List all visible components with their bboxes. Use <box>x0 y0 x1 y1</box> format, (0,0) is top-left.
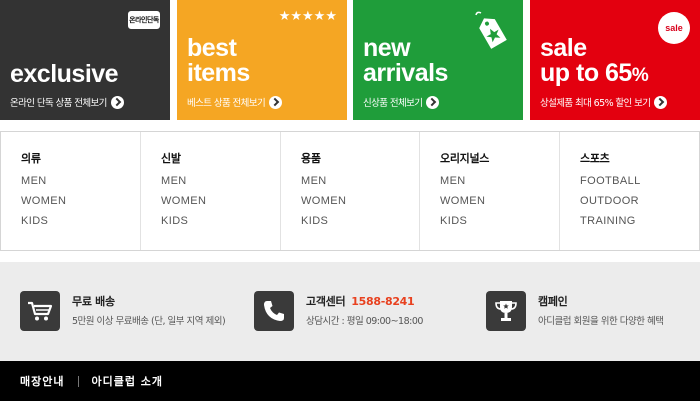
promo-banners: 온라인단독 exclusive 온라인 단독 상품 전체보기 ★★★★★ bes… <box>0 0 700 120</box>
category-title: 오리지널스 <box>440 152 490 165</box>
category-link[interactable]: KIDS <box>440 215 467 227</box>
category-title: 용품 <box>301 152 321 165</box>
category-column-gear: 용품 MEN WOMEN KIDS <box>281 132 420 250</box>
banner-subtitle[interactable]: 신상품 전체보기 <box>363 95 440 109</box>
category-title: 스포츠 <box>580 152 610 165</box>
banner-title-line2: up to 65% <box>540 59 649 88</box>
trophy-icon <box>486 291 526 331</box>
banner-title-line1: new <box>363 34 411 62</box>
category-link[interactable]: OUTDOOR <box>580 195 639 207</box>
category-link[interactable]: WOMEN <box>301 195 346 207</box>
info-desc: 5만원 이상 무료배송 (단, 일부 지역 제외) <box>72 316 226 327</box>
info-title: 캠페인 <box>538 295 568 308</box>
category-link[interactable]: MEN <box>161 175 187 187</box>
category-link[interactable]: MEN <box>21 175 47 187</box>
arrow-right-icon <box>654 95 668 109</box>
banner-subtitle-text: 상설제품 최대 65% 할인 보기 <box>540 98 651 109</box>
category-column-shoes: 신발 MEN WOMEN KIDS <box>141 132 281 250</box>
info-desc: 상담시간 : 평일 09:00~18:00 <box>306 316 423 327</box>
banner-title-line2-text: up to 65 <box>540 59 632 87</box>
phone-number[interactable]: 1588-8241 <box>351 295 414 308</box>
sale-circle-icon: sale <box>658 12 690 44</box>
banner-best-items[interactable]: ★★★★★ best items 베스트 상품 전체보기 <box>177 0 347 120</box>
banner-title-line1: sale <box>540 34 587 62</box>
category-column-originals: 오리지널스 MEN WOMEN KIDS <box>420 132 560 250</box>
banner-title-line1: best <box>187 34 237 62</box>
category-title: 의류 <box>21 152 41 165</box>
banner-subtitle-text: 베스트 상품 전체보기 <box>187 98 266 109</box>
arrow-right-icon <box>426 95 440 109</box>
category-link[interactable]: MEN <box>440 175 466 187</box>
category-link[interactable]: KIDS <box>161 215 188 227</box>
category-title: 신발 <box>161 152 181 165</box>
info-title-text: 고객센터 <box>306 295 346 308</box>
info-campaign: 캠페인 아디클럽 회원을 위한 다양한 혜택 <box>486 291 686 333</box>
store-info-link[interactable]: 매장안내 <box>20 373 64 389</box>
banner-title: exclusive <box>10 60 119 88</box>
category-link[interactable]: WOMEN <box>161 195 206 207</box>
adiclub-intro-link[interactable]: 아디클럽 소개 <box>91 373 163 389</box>
banner-title-line2: arrivals <box>363 59 448 87</box>
info-title: 무료 배송 <box>72 295 115 308</box>
banner-subtitle[interactable]: 온라인 단독 상품 전체보기 <box>10 95 124 109</box>
category-link[interactable]: TRAINING <box>580 215 636 227</box>
category-link[interactable]: MEN <box>301 175 327 187</box>
category-column-sports: 스포츠 FOOTBALL OUTDOOR TRAINING <box>560 132 699 250</box>
category-column-apparel: 의류 MEN WOMEN KIDS <box>1 132 141 250</box>
banner-subtitle[interactable]: 베스트 상품 전체보기 <box>187 95 283 109</box>
category-link[interactable]: WOMEN <box>440 195 485 207</box>
banner-title-line2: items <box>187 59 250 87</box>
banner-subtitle-text: 신상품 전체보기 <box>363 98 423 109</box>
price-tag-icon <box>475 11 507 49</box>
arrow-right-icon <box>269 95 283 109</box>
info-free-shipping: 무료 배송 5만원 이상 무료배송 (단, 일부 지역 제외) <box>20 291 240 333</box>
info-customer-center: 고객센터 1588-8241 상담시간 : 평일 09:00~18:00 <box>254 291 474 333</box>
online-exclusive-badge-icon: 온라인단독 <box>127 10 161 30</box>
banner-exclusive[interactable]: 온라인단독 exclusive 온라인 단독 상품 전체보기 <box>0 0 170 120</box>
category-link[interactable]: KIDS <box>301 215 328 227</box>
category-link[interactable]: FOOTBALL <box>580 175 641 187</box>
category-link[interactable]: WOMEN <box>21 195 66 207</box>
footer-divider <box>78 375 80 387</box>
banner-subtitle-text: 온라인 단독 상품 전체보기 <box>10 98 107 109</box>
arrow-right-icon <box>110 95 124 109</box>
phone-icon <box>254 291 294 331</box>
five-stars-icon: ★★★★★ <box>278 9 337 24</box>
info-desc: 아디클럽 회원을 위한 다양한 혜택 <box>538 316 664 327</box>
category-link[interactable]: KIDS <box>21 215 48 227</box>
shopping-cart-icon <box>20 291 60 331</box>
info-title: 고객센터 1588-8241 <box>306 293 415 309</box>
banner-new-arrivals[interactable]: new arrivals 신상품 전체보기 <box>353 0 523 120</box>
footer-bar: 매장안내 아디클럽 소개 <box>0 361 700 401</box>
service-info-strip: 무료 배송 5만원 이상 무료배송 (단, 일부 지역 제외) 고객센터 1588… <box>0 262 700 361</box>
percent-sign: % <box>631 65 649 86</box>
banner-sale[interactable]: sale sale up to 65% 상설제품 최대 65% 할인 보기 <box>530 0 700 120</box>
category-grid: 의류 MEN WOMEN KIDS 신발 MEN WOMEN KIDS 용품 M… <box>0 131 700 251</box>
banner-subtitle[interactable]: 상설제품 최대 65% 할인 보기 <box>540 95 668 109</box>
